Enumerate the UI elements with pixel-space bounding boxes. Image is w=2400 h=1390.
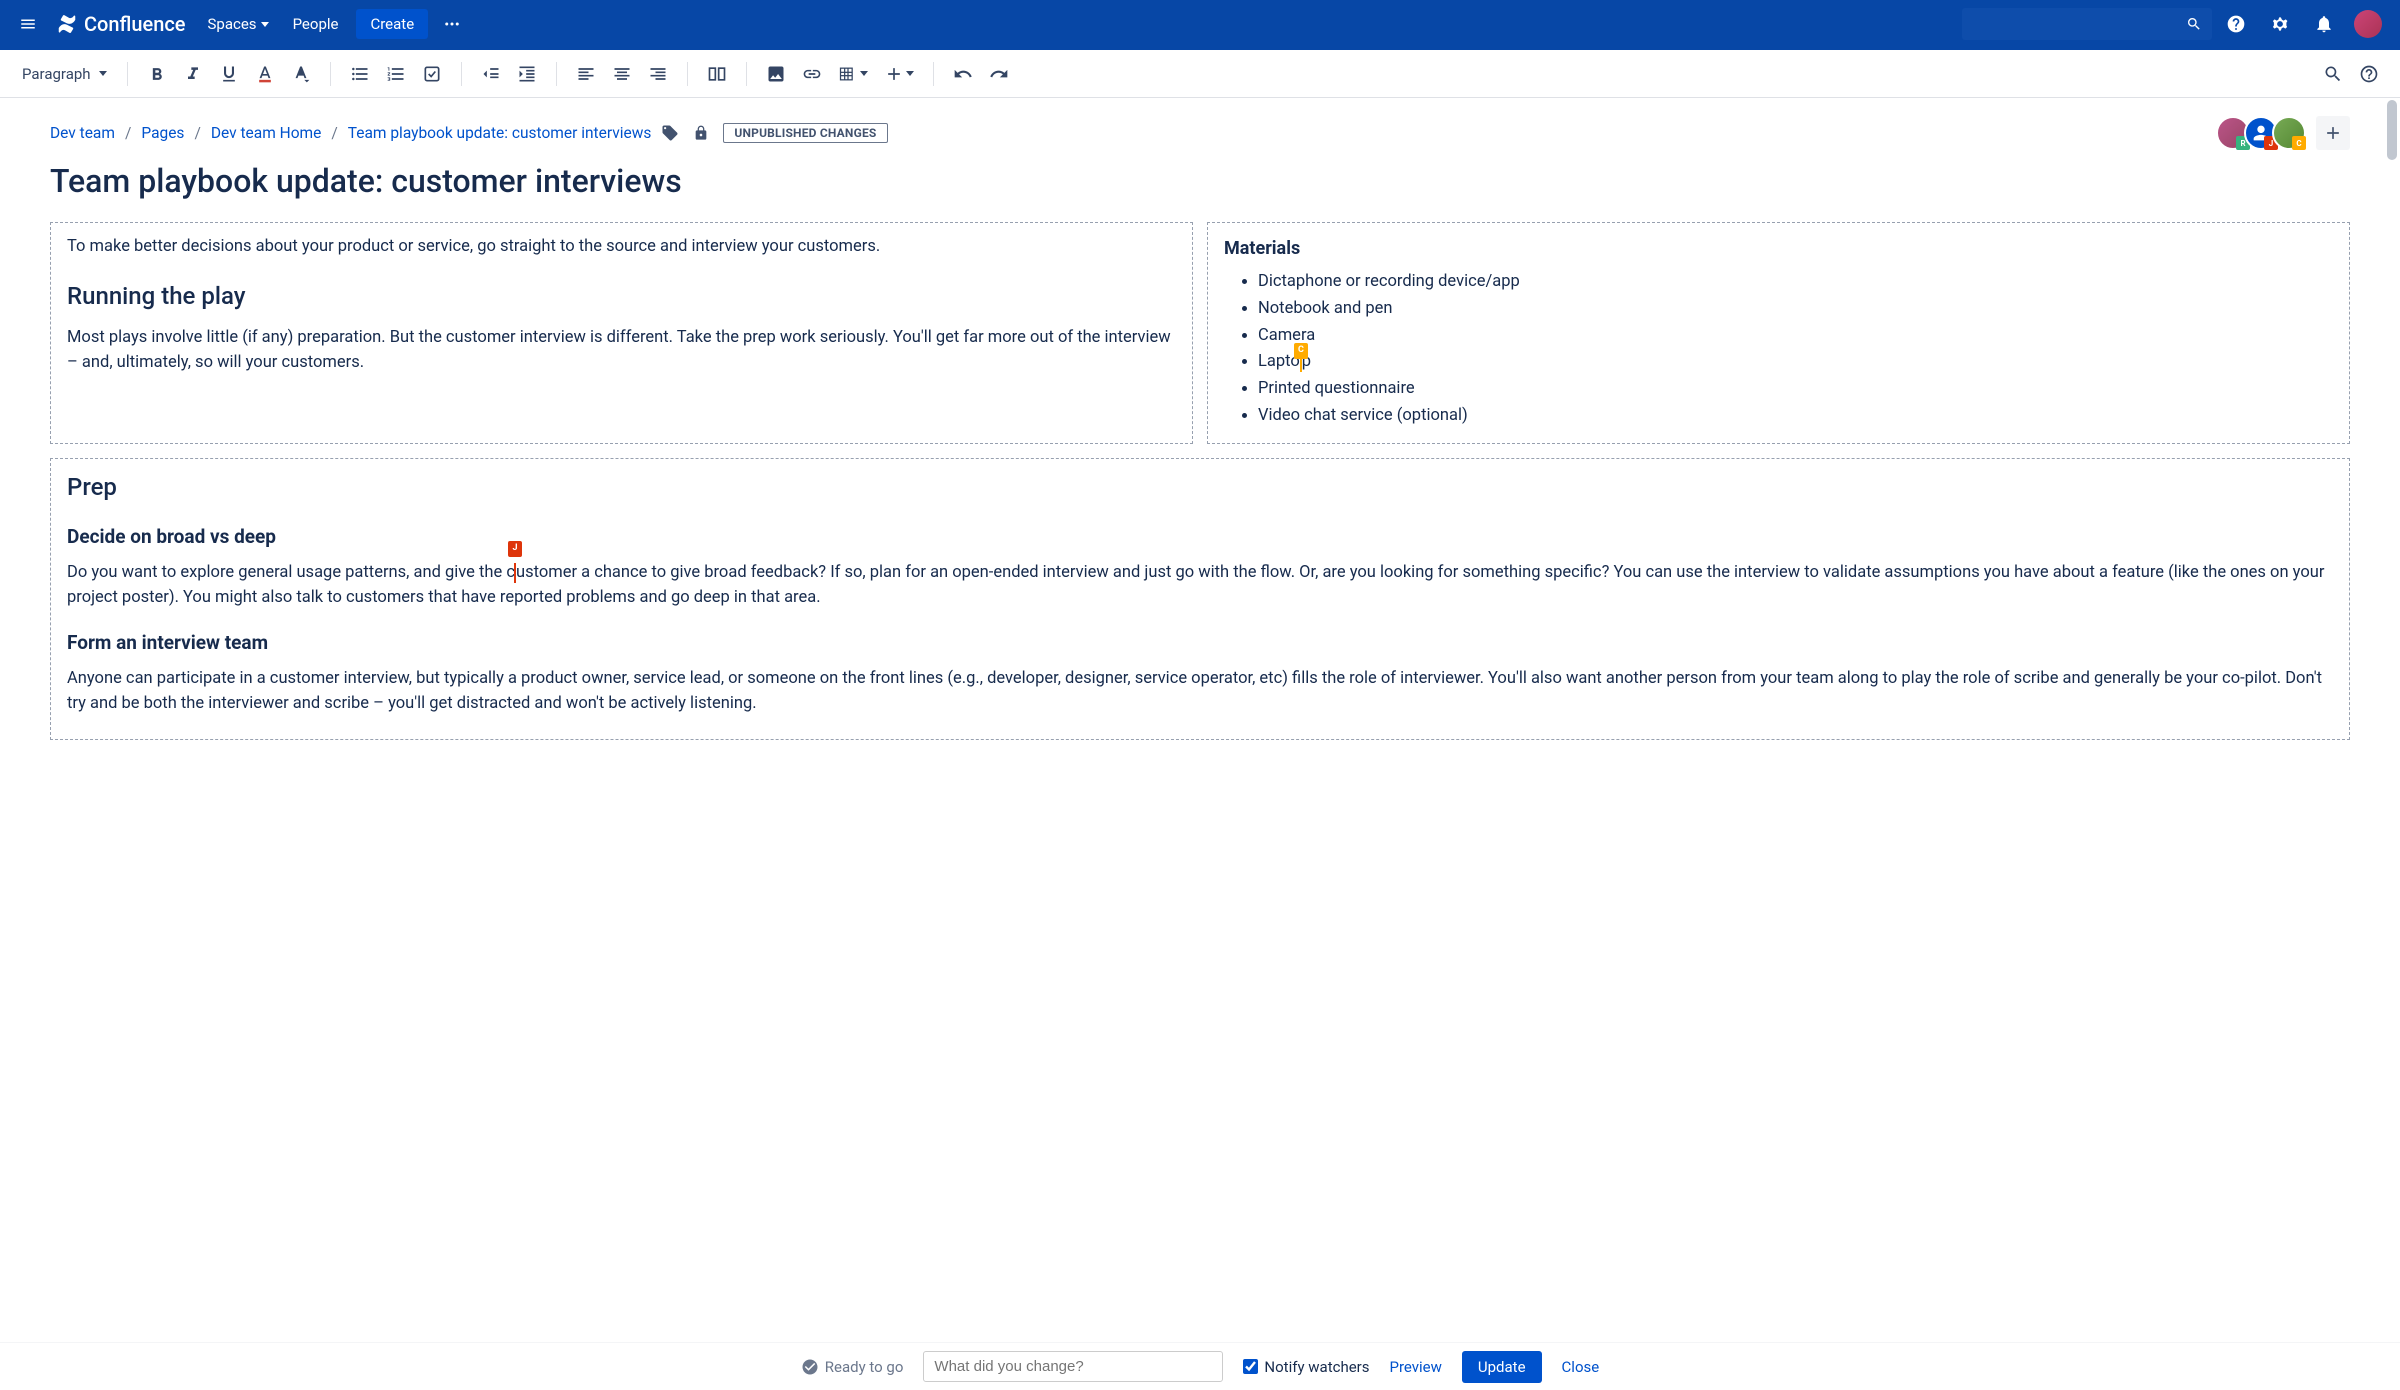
check-circle-icon <box>801 1358 819 1376</box>
paragraph-style-select[interactable]: Paragraph <box>14 61 115 87</box>
search-icon <box>2186 16 2202 32</box>
collaborators: R J C <box>2222 116 2350 150</box>
indent-button[interactable] <box>510 57 544 91</box>
prep-heading[interactable]: Prep <box>67 469 2333 505</box>
prep-panel[interactable]: Prep Decide on broad vs deep Do you want… <box>50 458 2350 740</box>
align-center-button[interactable] <box>605 57 639 91</box>
collab-cursor-j: J <box>508 541 522 557</box>
link-button[interactable] <box>795 57 829 91</box>
table-button[interactable] <box>831 57 875 91</box>
editor-footer: Ready to go Notify watchers Preview Upda… <box>0 1342 2400 1390</box>
label-icon[interactable] <box>661 124 679 142</box>
scrollbar-thumb[interactable] <box>2387 100 2397 160</box>
running-heading[interactable]: Running the play <box>67 278 1176 314</box>
intro-panel[interactable]: To make better decisions about your prod… <box>50 222 1193 444</box>
more-button[interactable] <box>436 8 468 40</box>
underline-button[interactable] <box>212 57 246 91</box>
insert-button[interactable] <box>877 57 921 91</box>
number-list-button[interactable] <box>379 57 413 91</box>
close-button[interactable]: Close <box>1562 1358 1600 1376</box>
bold-button[interactable] <box>140 57 174 91</box>
breadcrumb-pages[interactable]: Pages <box>141 124 184 142</box>
breadcrumb-current[interactable]: Team playbook update: customer interview… <box>348 124 652 142</box>
create-button[interactable]: Create <box>356 9 428 39</box>
running-text[interactable]: Most plays involve little (if any) prepa… <box>67 326 1176 376</box>
task-list-button[interactable] <box>415 57 449 91</box>
bullet-list-button[interactable] <box>343 57 377 91</box>
materials-panel[interactable]: Materials Dictaphone or recording device… <box>1207 222 2350 444</box>
preview-button[interactable]: Preview <box>1390 1358 1442 1376</box>
materials-heading[interactable]: Materials <box>1224 235 2333 262</box>
decide-heading[interactable]: Decide on broad vs deep <box>67 523 2333 552</box>
search-box[interactable] <box>1962 8 2212 40</box>
align-left-button[interactable] <box>569 57 603 91</box>
redo-button[interactable] <box>982 57 1016 91</box>
editor-help-button[interactable] <box>2352 57 2386 91</box>
outdent-button[interactable] <box>474 57 508 91</box>
breadcrumb-parent[interactable]: Dev team Home <box>211 124 322 142</box>
form-text[interactable]: Anyone can participate in a customer int… <box>67 667 2333 717</box>
undo-button[interactable] <box>946 57 980 91</box>
lock-icon[interactable] <box>693 125 709 141</box>
more-format-button[interactable] <box>284 57 318 91</box>
chevron-down-icon <box>261 22 269 27</box>
chevron-down-icon <box>906 71 914 76</box>
confluence-logo[interactable]: Confluence <box>48 12 194 36</box>
presence-badge: C <box>2292 136 2306 150</box>
profile-avatar[interactable] <box>2348 4 2388 44</box>
text-color-button[interactable] <box>248 57 282 91</box>
update-button[interactable]: Update <box>1462 1351 1542 1383</box>
materials-list[interactable]: Dictaphone or recording device/app Noteb… <box>1224 270 2333 429</box>
image-button[interactable] <box>759 57 793 91</box>
nav-spaces[interactable]: Spaces <box>198 9 279 39</box>
notification-icon[interactable] <box>2304 4 2344 44</box>
logo-text: Confluence <box>84 12 186 36</box>
decide-text[interactable]: Do you want to explore general usage pat… <box>67 561 2333 611</box>
breadcrumb: Dev team/ Pages/ Dev team Home/ Team pla… <box>50 124 651 142</box>
unpublished-badge: UNPUBLISHED CHANGES <box>723 123 887 143</box>
save-status: Ready to go <box>801 1358 904 1376</box>
breadcrumb-space[interactable]: Dev team <box>50 124 115 142</box>
collab-cursor-c: C <box>1294 343 1308 359</box>
list-item[interactable]: Video chat service (optional) <box>1258 404 2333 429</box>
page-title[interactable]: Team playbook update: customer interview… <box>50 162 2350 200</box>
form-heading[interactable]: Form an interview team <box>67 629 2333 658</box>
version-comment-input[interactable] <box>923 1351 1223 1382</box>
list-item[interactable]: CameCra <box>1258 324 2333 349</box>
list-item[interactable]: Dictaphone or recording device/app <box>1258 270 2333 295</box>
help-icon[interactable] <box>2216 4 2256 44</box>
list-item[interactable]: Laptop <box>1258 350 2333 375</box>
list-item[interactable]: Notebook and pen <box>1258 297 2333 322</box>
scrollbar[interactable] <box>2384 98 2400 1342</box>
chevron-down-icon <box>99 71 107 76</box>
add-collaborator-button[interactable] <box>2316 116 2350 150</box>
gear-icon[interactable] <box>2260 4 2300 44</box>
page-header: Dev team/ Pages/ Dev team Home/ Team pla… <box>50 116 2350 150</box>
editor-toolbar: Paragraph <box>0 50 2400 98</box>
collaborator-avatar[interactable]: C <box>2272 116 2306 150</box>
intro-text[interactable]: To make better decisions about your prod… <box>67 235 1176 260</box>
chevron-down-icon <box>860 71 868 76</box>
collab-caret <box>514 563 516 583</box>
nav-people[interactable]: People <box>283 9 349 39</box>
italic-button[interactable] <box>176 57 210 91</box>
layout-button[interactable] <box>700 57 734 91</box>
find-button[interactable] <box>2316 57 2350 91</box>
top-nav: Confluence Spaces People Create <box>0 0 2400 50</box>
editor-content[interactable]: Dev team/ Pages/ Dev team Home/ Team pla… <box>0 98 2400 1342</box>
align-right-button[interactable] <box>641 57 675 91</box>
menu-icon[interactable] <box>12 8 44 40</box>
list-item[interactable]: Printed questionnaire <box>1258 377 2333 402</box>
notify-watchers-checkbox[interactable]: Notify watchers <box>1243 1358 1369 1376</box>
